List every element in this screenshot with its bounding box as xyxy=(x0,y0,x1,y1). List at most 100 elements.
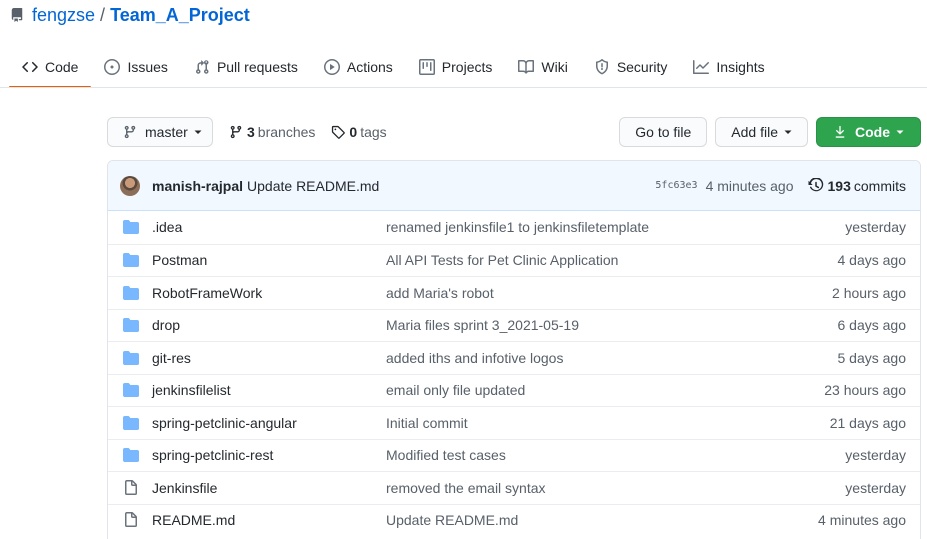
file-name-link[interactable]: Postman xyxy=(152,252,386,268)
file-navigation: master 3 branches 0 tags Go to file Add … xyxy=(107,117,921,147)
file-age: 23 hours ago xyxy=(824,382,906,399)
file-commit-message[interactable]: All API Tests for Pet Clinic Application xyxy=(386,252,838,268)
file-commit-message[interactable]: Initial commit xyxy=(386,415,830,431)
file-age: yesterday xyxy=(845,219,906,236)
file-row[interactable]: RobotFrameWork add Maria's robot 2 hours… xyxy=(108,276,920,309)
file-name-link[interactable]: README.md xyxy=(152,512,386,528)
git-branch-icon xyxy=(123,125,137,139)
folder-icon xyxy=(123,219,139,235)
add-file-button[interactable]: Add file xyxy=(715,117,808,147)
commit-sha-link[interactable]: 5fc63e3 xyxy=(655,180,697,191)
avatar[interactable] xyxy=(120,175,140,196)
file-icon xyxy=(123,512,139,528)
file-listing: manish-rajpal Update README.md 5fc63e3 4… xyxy=(107,160,921,539)
file-age: 5 days ago xyxy=(837,349,907,366)
triangle-down-icon xyxy=(784,128,792,136)
tab-insights[interactable]: Insights xyxy=(680,46,777,88)
file-commit-message[interactable]: removed the email syntax xyxy=(386,480,845,496)
file-commit-message[interactable]: renamed jenkinsfile1 to jenkinsfiletempl… xyxy=(386,219,845,235)
commits-count: 193 xyxy=(827,177,851,194)
git-branch-icon xyxy=(229,125,243,139)
file-row[interactable]: spring-petclinic-rest Modified test case… xyxy=(108,438,920,472)
file-row[interactable]: drop Maria files sprint 3_2021-05-19 6 d… xyxy=(108,308,920,342)
file-rows: .idea renamed jenkinsfile1 to jenkinsfil… xyxy=(108,211,920,536)
file-name-link[interactable]: .idea xyxy=(152,219,386,235)
tab-label: Projects xyxy=(441,59,493,75)
commit-author-link[interactable]: manish-rajpal xyxy=(152,178,243,194)
repo-icon xyxy=(10,7,24,23)
commits-link[interactable]: 193 commits xyxy=(808,177,906,194)
file-row[interactable]: README.md Update README.md 4 minutes ago xyxy=(108,503,920,537)
add-file-label: Add file xyxy=(731,124,778,140)
file-age: yesterday xyxy=(845,479,906,496)
tab-wiki[interactable]: Wiki xyxy=(505,46,580,88)
file-name-link[interactable]: spring-petclinic-angular xyxy=(152,415,386,431)
file-commit-message[interactable]: email only file updated xyxy=(386,382,824,398)
code-icon xyxy=(22,59,38,75)
tab-pull-requests[interactable]: Pull requests xyxy=(181,46,311,88)
repo-owner-link[interactable]: fengzse xyxy=(32,5,95,26)
tabs-divider xyxy=(0,87,927,88)
file-age: 21 days ago xyxy=(829,414,906,431)
file-row[interactable]: spring-petclinic-angular Initial commit … xyxy=(108,406,920,439)
code-download-button[interactable]: Code xyxy=(816,117,921,147)
repo-header: fengzse / Team_A_Project xyxy=(10,4,250,26)
file-row[interactable]: git-res added iths and infotive logos 5 … xyxy=(108,341,920,374)
file-name-link[interactable]: Jenkinsfile xyxy=(152,480,386,496)
tag-icon xyxy=(331,125,346,139)
graph-icon xyxy=(693,59,710,75)
file-name-link[interactable]: jenkinsfilelist xyxy=(152,382,386,398)
file-row[interactable]: jenkinsfilelist email only file updated … xyxy=(108,373,920,407)
branch-select-button[interactable]: master xyxy=(107,117,213,147)
commits-label: commits xyxy=(853,177,906,194)
tab-code[interactable]: Code xyxy=(9,46,92,88)
branch-name: master xyxy=(145,124,188,140)
history-icon xyxy=(808,177,824,194)
triangle-down-icon xyxy=(194,128,202,136)
file-name-link[interactable]: drop xyxy=(152,317,386,333)
file-age: 6 days ago xyxy=(837,317,907,334)
issue-icon xyxy=(104,59,121,75)
file-commit-message[interactable]: Update README.md xyxy=(386,512,818,528)
tags-link[interactable]: 0 tags xyxy=(331,124,387,140)
file-age: 4 minutes ago xyxy=(818,512,906,529)
pull-request-icon xyxy=(194,59,210,75)
file-commit-message[interactable]: added iths and infotive logos xyxy=(386,350,838,366)
latest-commit-bar: manish-rajpal Update README.md 5fc63e3 4… xyxy=(108,161,920,211)
file-row[interactable]: .idea renamed jenkinsfile1 to jenkinsfil… xyxy=(108,211,920,244)
file-name-link[interactable]: RobotFrameWork xyxy=(152,285,386,301)
tab-projects[interactable]: Projects xyxy=(406,46,506,88)
file-age: 4 days ago xyxy=(837,252,907,269)
branches-link[interactable]: 3 branches xyxy=(229,124,315,140)
play-icon xyxy=(323,59,340,75)
book-icon xyxy=(518,59,535,75)
file-name-link[interactable]: git-res xyxy=(152,350,386,366)
tab-actions[interactable]: Actions xyxy=(311,46,406,88)
download-icon xyxy=(833,125,847,139)
file-name-link[interactable]: spring-petclinic-rest xyxy=(152,447,386,463)
folder-icon xyxy=(123,285,139,301)
tab-security[interactable]: Security xyxy=(581,46,681,88)
tab-issues[interactable]: Issues xyxy=(91,46,180,88)
commit-message-link[interactable]: Update README.md xyxy=(247,178,379,194)
tab-label: Issues xyxy=(127,59,168,75)
folder-icon xyxy=(123,252,139,268)
repo-nav-tabs: Code Issues Pull requests Actions Projec… xyxy=(9,46,778,88)
file-commit-message[interactable]: add Maria's robot xyxy=(386,285,832,301)
go-to-file-button[interactable]: Go to file xyxy=(619,117,708,147)
project-icon xyxy=(418,59,435,75)
file-commit-message[interactable]: Maria files sprint 3_2021-05-19 xyxy=(386,317,838,333)
branches-count: 3 xyxy=(247,124,255,140)
tab-label: Wiki xyxy=(541,59,568,75)
file-commit-message[interactable]: Modified test cases xyxy=(386,447,845,463)
tags-count: 0 xyxy=(349,124,358,140)
repo-separator: / xyxy=(100,4,106,25)
file-row[interactable]: Postman All API Tests for Pet Clinic App… xyxy=(108,243,920,277)
triangle-down-icon xyxy=(896,128,904,136)
folder-icon xyxy=(123,317,139,333)
tags-label: tags xyxy=(360,124,387,140)
repo-name-link[interactable]: Team_A_Project xyxy=(110,5,250,26)
shield-icon xyxy=(594,59,610,75)
file-icon xyxy=(123,479,139,496)
file-row[interactable]: Jenkinsfile removed the email syntax yes… xyxy=(108,471,920,504)
